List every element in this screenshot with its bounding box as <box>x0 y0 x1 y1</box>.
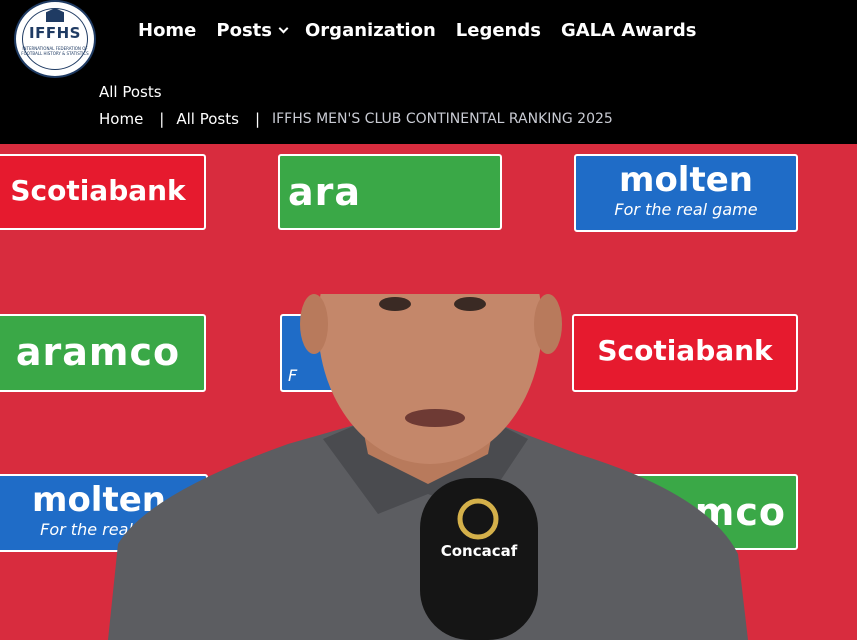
sponsor-molten-tagline: For the real game <box>614 200 758 219</box>
nav-organization[interactable]: Organization <box>305 20 436 41</box>
microphone-brand: Concacaf <box>441 542 518 560</box>
breadcrumb-all-posts[interactable]: All Posts <box>176 110 239 128</box>
nav-legends[interactable]: Legends <box>456 20 541 41</box>
sponsor-scotiabank-text: Scotiabank <box>10 174 186 207</box>
sponsor-board-molten: molten For the real game <box>574 154 798 232</box>
logo-subtext: INTERNATIONAL FEDERATION OF FOOTBALL HIS… <box>21 46 89 56</box>
speaker-illustration: Concacaf <box>108 294 748 640</box>
page-title: All Posts <box>99 83 162 101</box>
nav-posts[interactable]: Posts <box>216 20 272 41</box>
sponsor-board-scotiabank: Scotiabank <box>0 154 206 230</box>
nav-gala-awards[interactable]: GALA Awards <box>561 20 697 41</box>
nav-home[interactable]: Home <box>138 20 196 41</box>
chevron-down-icon[interactable] <box>278 23 289 34</box>
breadcrumb-separator: | <box>254 110 260 128</box>
hero-image: Scotiabank ara molten For the real game … <box>0 144 857 640</box>
sponsor-aramco-text: ara <box>288 170 362 214</box>
breadcrumb: Home | All Posts | IFFHS MEN'S CLUB CONT… <box>99 110 613 128</box>
main-nav: Home Posts Organization Legends GALA Awa… <box>138 20 717 41</box>
site-header: IFFHS INTERNATIONAL FEDERATION OF FOOTBA… <box>0 0 857 144</box>
logo-text: IFFHS <box>29 24 81 42</box>
breadcrumb-home[interactable]: Home <box>99 110 143 128</box>
sponsor-board-aramco: ara <box>278 154 502 230</box>
breadcrumb-separator: | <box>159 110 165 128</box>
breadcrumb-current: IFFHS MEN'S CLUB CONTINENTAL RANKING 202… <box>272 111 613 127</box>
sponsor-molten-text: molten <box>619 160 753 200</box>
iffhs-logo[interactable]: IFFHS INTERNATIONAL FEDERATION OF FOOTBA… <box>14 0 96 78</box>
